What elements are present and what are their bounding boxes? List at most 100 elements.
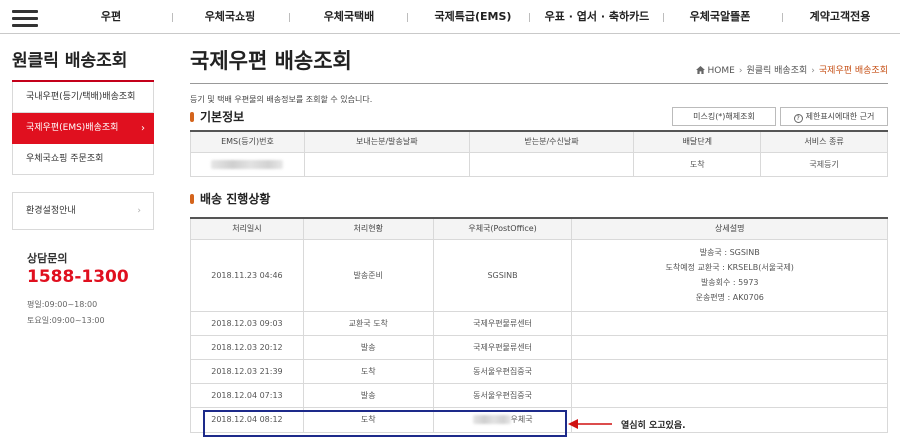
unmask-button[interactable]: 미스킹(*)해제조회 xyxy=(672,107,776,126)
intro-text: 등기 및 택배 우편물의 배송정보를 조회할 수 있습니다. xyxy=(190,95,373,104)
sender-cell xyxy=(303,151,470,177)
nav-separator xyxy=(407,13,408,22)
env-settings-label: 환경설정안내 xyxy=(26,206,76,216)
nav-separator xyxy=(782,13,783,22)
redacted-text xyxy=(211,159,284,169)
breadcrumb-home[interactable]: HOME xyxy=(708,66,735,76)
sidebar-item-label: 우체국쇼핑 주문조회 xyxy=(26,154,104,164)
basic-info-heading: 기본정보 xyxy=(190,108,244,125)
detail-cell xyxy=(571,334,888,360)
nav-separator xyxy=(529,13,530,22)
status-cell: 발송준비 xyxy=(302,238,434,312)
breadcrumb: HOME › 원클릭 배송조회 › 국제우편 배송조회 xyxy=(695,63,888,76)
table-row: 2018.12.03 20:12 발송 국제우편물류센터 xyxy=(190,334,888,360)
sidebar-item-international[interactable]: 국제우편(EMS)배송조회 › xyxy=(12,113,154,144)
datetime-cell: 2018.12.04 07:13 xyxy=(190,382,304,408)
restriction-reason-label: 제한표시에대한 근거 xyxy=(805,112,875,121)
consult-phone: 1588-1300 xyxy=(27,267,129,287)
sidebar-item-shopping-order[interactable]: 우체국쇼핑 주문조회 xyxy=(12,144,154,175)
detail-cell xyxy=(571,406,888,433)
detail-line: 운송편명 : AK0706 xyxy=(695,293,764,302)
sidebar-menu: 국내우편(등기/택배)배송조회 국제우편(EMS)배송조회 › 우체국쇼핑 주문조… xyxy=(12,80,154,175)
progress-heading: 배송 진행상황 xyxy=(190,190,270,207)
basic-info-title: 기본정보 xyxy=(200,110,245,124)
column-header: 보내는분/발송날짜 xyxy=(303,130,470,153)
home-icon xyxy=(695,66,705,74)
progress-title: 배송 진행상황 xyxy=(200,192,271,206)
section-bullet-icon xyxy=(190,194,194,204)
page-title: 국제우편 배송조회 xyxy=(190,49,352,73)
annotation-text: 열심히 오고있음. xyxy=(621,421,686,431)
breadcrumb-separator: › xyxy=(738,66,743,76)
chevron-right-icon: › xyxy=(141,123,145,134)
column-header: EMS(등기)번호 xyxy=(190,130,305,153)
column-header: 상세설명 xyxy=(571,217,888,240)
hours-saturday: 토요일:09:00~13:00 xyxy=(27,316,105,325)
office-cell: 동서울우편집중국 xyxy=(432,382,573,408)
progress-table: 처리일시 처리현황 우체국(PostOffice) 상세설명 2018.11.2… xyxy=(190,217,888,433)
restriction-reason-button[interactable]: ? 제한표시에대한 근거 xyxy=(780,107,888,126)
basic-info-table: EMS(등기)번호 보내는분/발송날짜 받는분/수신날짜 배달단계 서비스 종류… xyxy=(190,130,888,177)
nav-item-mail[interactable]: 우편 xyxy=(82,0,140,34)
status-cell: 교환국 도착 xyxy=(302,310,434,336)
detail-line: 도착예정 교환국 : KRSELB(서울국제) xyxy=(665,263,794,272)
nav-separator xyxy=(289,13,290,22)
breadcrumb-separator: › xyxy=(811,66,815,76)
hours-weekday: 평일:09:00~18:00 xyxy=(27,300,98,309)
receiver-cell xyxy=(468,151,635,177)
nav-item-contract[interactable]: 계약고객전용 xyxy=(790,0,890,34)
table-row: 2018.12.03 09:03 교환국 도착 국제우편물류센터 xyxy=(190,310,888,336)
breadcrumb-current: 국제우편 배송조회 xyxy=(818,66,888,76)
detail-line: 발송국 : SGSINB xyxy=(699,248,760,257)
office-cell: 국제우편물류센터 xyxy=(432,334,573,360)
sidebar-item-domestic[interactable]: 국내우편(등기/택배)배송조회 xyxy=(12,82,154,113)
table-row: 2018.11.23 04:46 발송준비 SGSINB 발송국 : SGSIN… xyxy=(190,238,888,312)
nav-separator xyxy=(663,13,664,22)
column-header: 처리현황 xyxy=(302,217,434,240)
table-row: 도착 국제등기 xyxy=(190,151,888,177)
detail-cell: 발송국 : SGSINB 도착예정 교환국 : KRSELB(서울국제) 발송회… xyxy=(571,238,888,312)
chevron-right-icon: › xyxy=(137,206,141,216)
office-cell: 국제우편물류센터 xyxy=(432,310,573,336)
column-header: 받는분/수신날짜 xyxy=(468,130,635,153)
breadcrumb-oneclick[interactable]: 원클릭 배송조회 xyxy=(746,66,807,76)
column-header: 우체국(PostOffice) xyxy=(432,217,573,240)
nav-item-shopping[interactable]: 우체국쇼핑 xyxy=(186,0,274,34)
office-cell: SGSINB xyxy=(432,238,573,312)
env-settings-link[interactable]: 환경설정안내 › xyxy=(12,192,154,230)
datetime-cell: 2018.12.03 09:03 xyxy=(190,310,304,336)
ems-number-cell xyxy=(190,151,305,177)
sidebar-item-label: 국제우편(EMS)배송조회 xyxy=(26,123,119,133)
nav-item-ems[interactable]: 국제특급(EMS) xyxy=(418,0,528,34)
stage-cell: 도착 xyxy=(633,151,762,177)
datetime-cell: 2018.11.23 04:46 xyxy=(190,238,304,312)
detail-cell xyxy=(571,358,888,384)
detail-line: 발송회수 : 5973 xyxy=(700,278,759,287)
status-cell: 발송 xyxy=(302,334,434,360)
detail-cell xyxy=(571,382,888,408)
datetime-cell: 2018.12.03 20:12 xyxy=(190,334,304,360)
section-bullet-icon xyxy=(190,112,194,122)
table-row: 2018.12.03 21:39 도착 동서울우편집중국 xyxy=(190,358,888,384)
datetime-cell: 2018.12.03 21:39 xyxy=(190,358,304,384)
title-divider xyxy=(190,83,888,84)
column-header: 배달단계 xyxy=(633,130,762,153)
arrow-left-icon xyxy=(568,419,612,429)
consult-title: 상담문의 xyxy=(27,252,68,265)
table-row: 2018.12.04 07:13 발송 동서울우편집중국 xyxy=(190,382,888,408)
sidebar-item-label: 국내우편(등기/택배)배송조회 xyxy=(26,92,136,102)
column-header: 서비스 종류 xyxy=(760,130,888,153)
nav-item-stamps[interactable]: 우표 · 엽서 · 축하카드 xyxy=(532,0,662,34)
hamburger-menu-icon[interactable] xyxy=(12,10,38,27)
status-cell: 도착 xyxy=(302,358,434,384)
nav-separator xyxy=(172,13,173,22)
service-cell: 국제등기 xyxy=(760,151,888,177)
office-cell: 동서울우편집중국 xyxy=(432,358,573,384)
column-header: 처리일시 xyxy=(190,217,304,240)
detail-cell xyxy=(571,310,888,336)
sidebar-title: 원클릭 배송조회 xyxy=(12,51,128,71)
nav-item-parcel[interactable]: 우체국택배 xyxy=(305,0,393,34)
nav-item-mobile[interactable]: 우체국알뜰폰 xyxy=(668,0,772,34)
top-nav: 우편 우체국쇼핑 우체국택배 국제특급(EMS) 우표 · 엽서 · 축하카드 … xyxy=(0,0,900,34)
status-cell: 발송 xyxy=(302,382,434,408)
